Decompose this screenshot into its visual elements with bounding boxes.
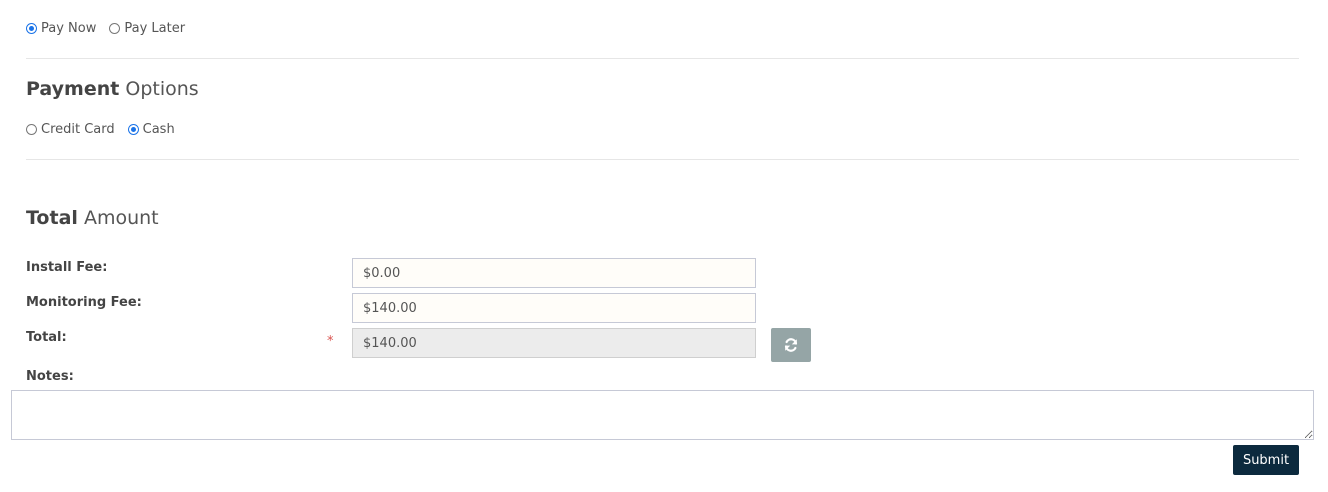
divider <box>26 159 1299 160</box>
pay-now-radio[interactable] <box>26 23 37 34</box>
credit-card-radio[interactable] <box>26 124 37 135</box>
cash-option[interactable]: Cash <box>127 122 175 137</box>
total-amount-title-bold: Total <box>26 207 78 229</box>
pay-later-radio[interactable] <box>109 23 121 34</box>
total-label: Total: <box>26 330 67 345</box>
refresh-icon <box>784 338 798 352</box>
install-fee-label: Install Fee: <box>26 260 108 275</box>
credit-card-option[interactable]: Credit Card <box>26 122 115 137</box>
pay-later-option[interactable]: Pay Later <box>109 21 185 36</box>
refresh-total-button[interactable] <box>771 328 811 362</box>
cash-label: Cash <box>142 122 175 137</box>
notes-label: Notes: <box>26 369 74 384</box>
install-fee-input[interactable] <box>352 258 756 288</box>
payment-options-title-light: Options <box>125 78 199 100</box>
payment-form: Pay Now Pay Later Payment Options Credit… <box>0 0 1328 492</box>
total-amount-title-light: Amount <box>83 207 159 229</box>
payment-method-group: Credit Card Cash <box>26 122 188 137</box>
submit-button[interactable]: Submit <box>1233 445 1299 475</box>
monitoring-fee-input[interactable] <box>352 293 756 323</box>
payment-options-title-bold: Payment <box>26 78 120 100</box>
pay-now-option[interactable]: Pay Now <box>26 21 96 36</box>
payment-options-title: Payment Options <box>26 78 199 100</box>
required-marker: * <box>327 334 334 349</box>
notes-textarea[interactable] <box>11 390 1314 440</box>
payment-timing-group: Pay Now Pay Later <box>26 21 198 36</box>
total-amount-title: Total Amount <box>26 207 159 229</box>
cash-radio[interactable] <box>127 124 139 135</box>
credit-card-label: Credit Card <box>41 122 115 137</box>
monitoring-fee-label: Monitoring Fee: <box>26 295 142 310</box>
divider <box>26 58 1299 59</box>
pay-now-label: Pay Now <box>41 21 97 36</box>
total-input <box>352 328 756 358</box>
pay-later-label: Pay Later <box>124 21 186 36</box>
